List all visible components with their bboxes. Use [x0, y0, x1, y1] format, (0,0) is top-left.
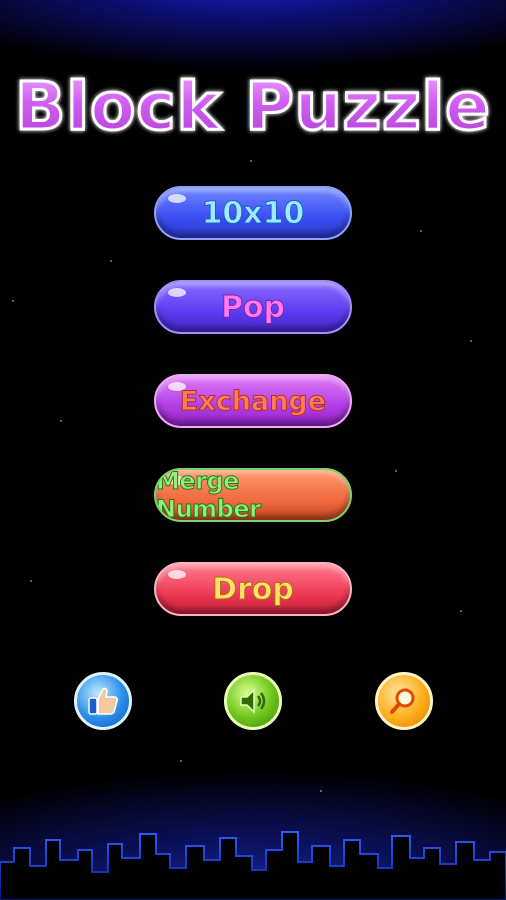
mode-pop-button[interactable]: Pop — [154, 280, 352, 334]
thumbs-up-icon — [88, 687, 118, 715]
mode-10x10-button[interactable]: 10x10 — [154, 186, 352, 240]
mode-drop-button[interactable]: Drop — [154, 562, 352, 616]
mode-10x10-label: 10x10 — [201, 195, 305, 231]
search-button[interactable] — [375, 672, 433, 730]
mode-merge-number-label: Merge Number — [156, 468, 261, 522]
mode-exchange-button[interactable]: Exchange — [154, 374, 352, 428]
mode-drop-label: Drop — [212, 571, 295, 607]
mode-pop-label: Pop — [220, 289, 286, 325]
search-icon — [390, 688, 415, 714]
rate-like-button[interactable] — [74, 672, 132, 730]
city-skyline-silhouette — [0, 831, 506, 900]
speaker-icon — [240, 688, 266, 714]
sound-toggle-button[interactable] — [224, 672, 282, 730]
mode-merge-number-button[interactable]: Merge Number — [154, 468, 352, 522]
game-title: Block Puzzle — [0, 67, 506, 147]
mode-exchange-label: Exchange — [179, 385, 327, 417]
